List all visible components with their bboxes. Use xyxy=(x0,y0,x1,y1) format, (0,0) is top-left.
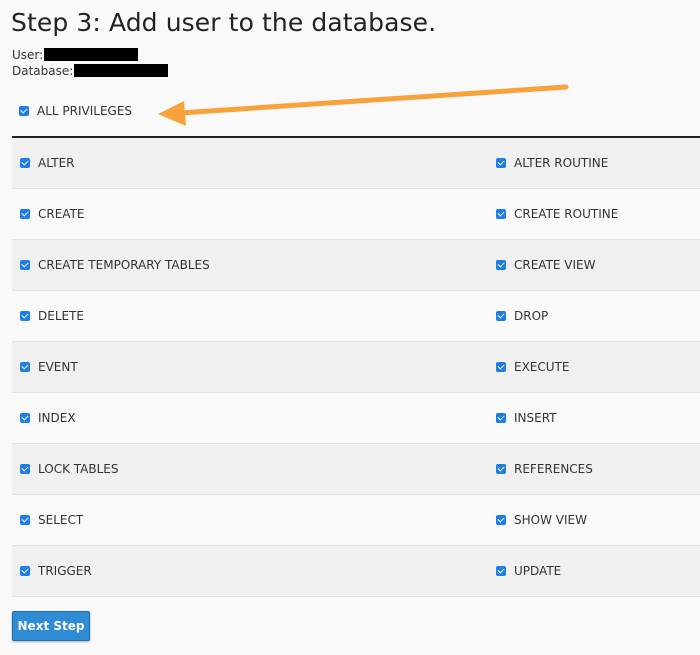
privilege-checkbox[interactable]: ALTER xyxy=(20,156,75,170)
privileges-table: ALTER ALTER ROUTINE CREATE CREATE ROUTINE CR… xyxy=(12,136,700,597)
checkbox-checked-icon[interactable] xyxy=(20,566,30,576)
privilege-label: DELETE xyxy=(38,309,85,323)
privilege-checkbox[interactable]: UPDATE xyxy=(496,564,561,578)
privilege-checkbox[interactable]: DROP xyxy=(496,309,548,323)
database-info: Database: xyxy=(12,63,169,79)
privilege-row: DELETE DROP xyxy=(12,291,700,342)
checkbox-checked-icon[interactable] xyxy=(20,158,30,168)
page-title: Step 3: Add user to the database. xyxy=(11,8,437,37)
privilege-label: LOCK TABLES xyxy=(38,462,119,476)
checkbox-checked-icon[interactable] xyxy=(496,566,506,576)
privilege-checkbox[interactable]: CREATE xyxy=(20,207,85,221)
checkbox-checked-icon[interactable] xyxy=(496,260,506,270)
privilege-checkbox[interactable]: INSERT xyxy=(496,411,557,425)
privilege-checkbox[interactable]: CREATE TEMPORARY TABLES xyxy=(20,258,210,272)
all-privileges-checkbox[interactable]: ALL PRIVILEGES xyxy=(19,104,132,118)
privilege-label: INSERT xyxy=(514,411,557,425)
privilege-checkbox[interactable]: SHOW VIEW xyxy=(496,513,587,527)
next-step-button[interactable]: Next Step xyxy=(12,611,90,641)
privilege-checkbox[interactable]: ALTER ROUTINE xyxy=(496,156,608,170)
privilege-row: ALTER ALTER ROUTINE xyxy=(12,138,700,189)
checkbox-checked-icon[interactable] xyxy=(496,464,506,474)
privilege-checkbox[interactable]: SELECT xyxy=(20,513,83,527)
arrow-left-icon xyxy=(158,84,569,126)
checkbox-checked-icon[interactable] xyxy=(20,515,30,525)
checkbox-checked-icon[interactable] xyxy=(20,311,30,321)
privilege-label: ALTER ROUTINE xyxy=(514,156,609,170)
privilege-label: SELECT xyxy=(38,513,84,527)
privilege-checkbox[interactable]: INDEX xyxy=(20,411,76,425)
privilege-label: UPDATE xyxy=(514,564,562,578)
privilege-label: CREATE TEMPORARY TABLES xyxy=(38,258,210,272)
privilege-label: ALTER xyxy=(38,156,75,170)
privilege-checkbox[interactable]: CREATE ROUTINE xyxy=(496,207,618,221)
privilege-row: CREATE CREATE ROUTINE xyxy=(12,189,700,240)
privilege-label: EVENT xyxy=(38,360,78,374)
checkbox-checked-icon[interactable] xyxy=(496,311,506,321)
privilege-checkbox[interactable]: EXECUTE xyxy=(496,360,569,374)
privilege-row: INDEX INSERT xyxy=(12,393,700,444)
privilege-checkbox[interactable]: DELETE xyxy=(20,309,84,323)
database-label: Database: xyxy=(12,64,74,78)
privilege-row: LOCK TABLES REFERENCES xyxy=(12,444,700,495)
checkbox-checked-icon[interactable] xyxy=(20,209,30,219)
checkbox-checked-icon[interactable] xyxy=(20,260,30,270)
privilege-label: CREATE VIEW xyxy=(514,258,596,272)
checkbox-checked-icon[interactable] xyxy=(20,464,30,474)
privilege-checkbox[interactable]: EVENT xyxy=(20,360,78,374)
privilege-label: CREATE ROUTINE xyxy=(514,207,619,221)
checkbox-checked-icon[interactable] xyxy=(496,362,506,372)
checkbox-checked-icon[interactable] xyxy=(20,413,30,423)
privilege-label: TRIGGER xyxy=(38,564,92,578)
privilege-row: TRIGGER UPDATE xyxy=(12,546,700,597)
privilege-row: CREATE TEMPORARY TABLES CREATE VIEW xyxy=(12,240,700,291)
privilege-row: EVENT EXECUTE xyxy=(12,342,700,393)
user-info: User: xyxy=(12,47,139,63)
privilege-label: INDEX xyxy=(38,411,76,425)
all-privileges-label: ALL PRIVILEGES xyxy=(37,104,133,118)
privilege-label: REFERENCES xyxy=(514,462,593,476)
checkbox-checked-icon[interactable] xyxy=(19,106,29,116)
privilege-label: DROP xyxy=(514,309,549,323)
privilege-label: CREATE xyxy=(38,207,85,221)
privilege-checkbox[interactable]: LOCK TABLES xyxy=(20,462,119,476)
privilege-checkbox[interactable]: REFERENCES xyxy=(496,462,593,476)
privilege-checkbox[interactable]: CREATE VIEW xyxy=(496,258,596,272)
privilege-row: SELECT SHOW VIEW xyxy=(12,495,700,546)
privilege-checkbox[interactable]: TRIGGER xyxy=(20,564,92,578)
checkbox-checked-icon[interactable] xyxy=(496,515,506,525)
checkbox-checked-icon[interactable] xyxy=(496,209,506,219)
privilege-label: SHOW VIEW xyxy=(514,513,587,527)
checkbox-checked-icon[interactable] xyxy=(20,362,30,372)
checkbox-checked-icon[interactable] xyxy=(496,158,506,168)
privilege-label: EXECUTE xyxy=(514,360,570,374)
redacted-username xyxy=(44,48,139,61)
checkbox-checked-icon[interactable] xyxy=(496,413,506,423)
user-label: User: xyxy=(12,48,44,62)
